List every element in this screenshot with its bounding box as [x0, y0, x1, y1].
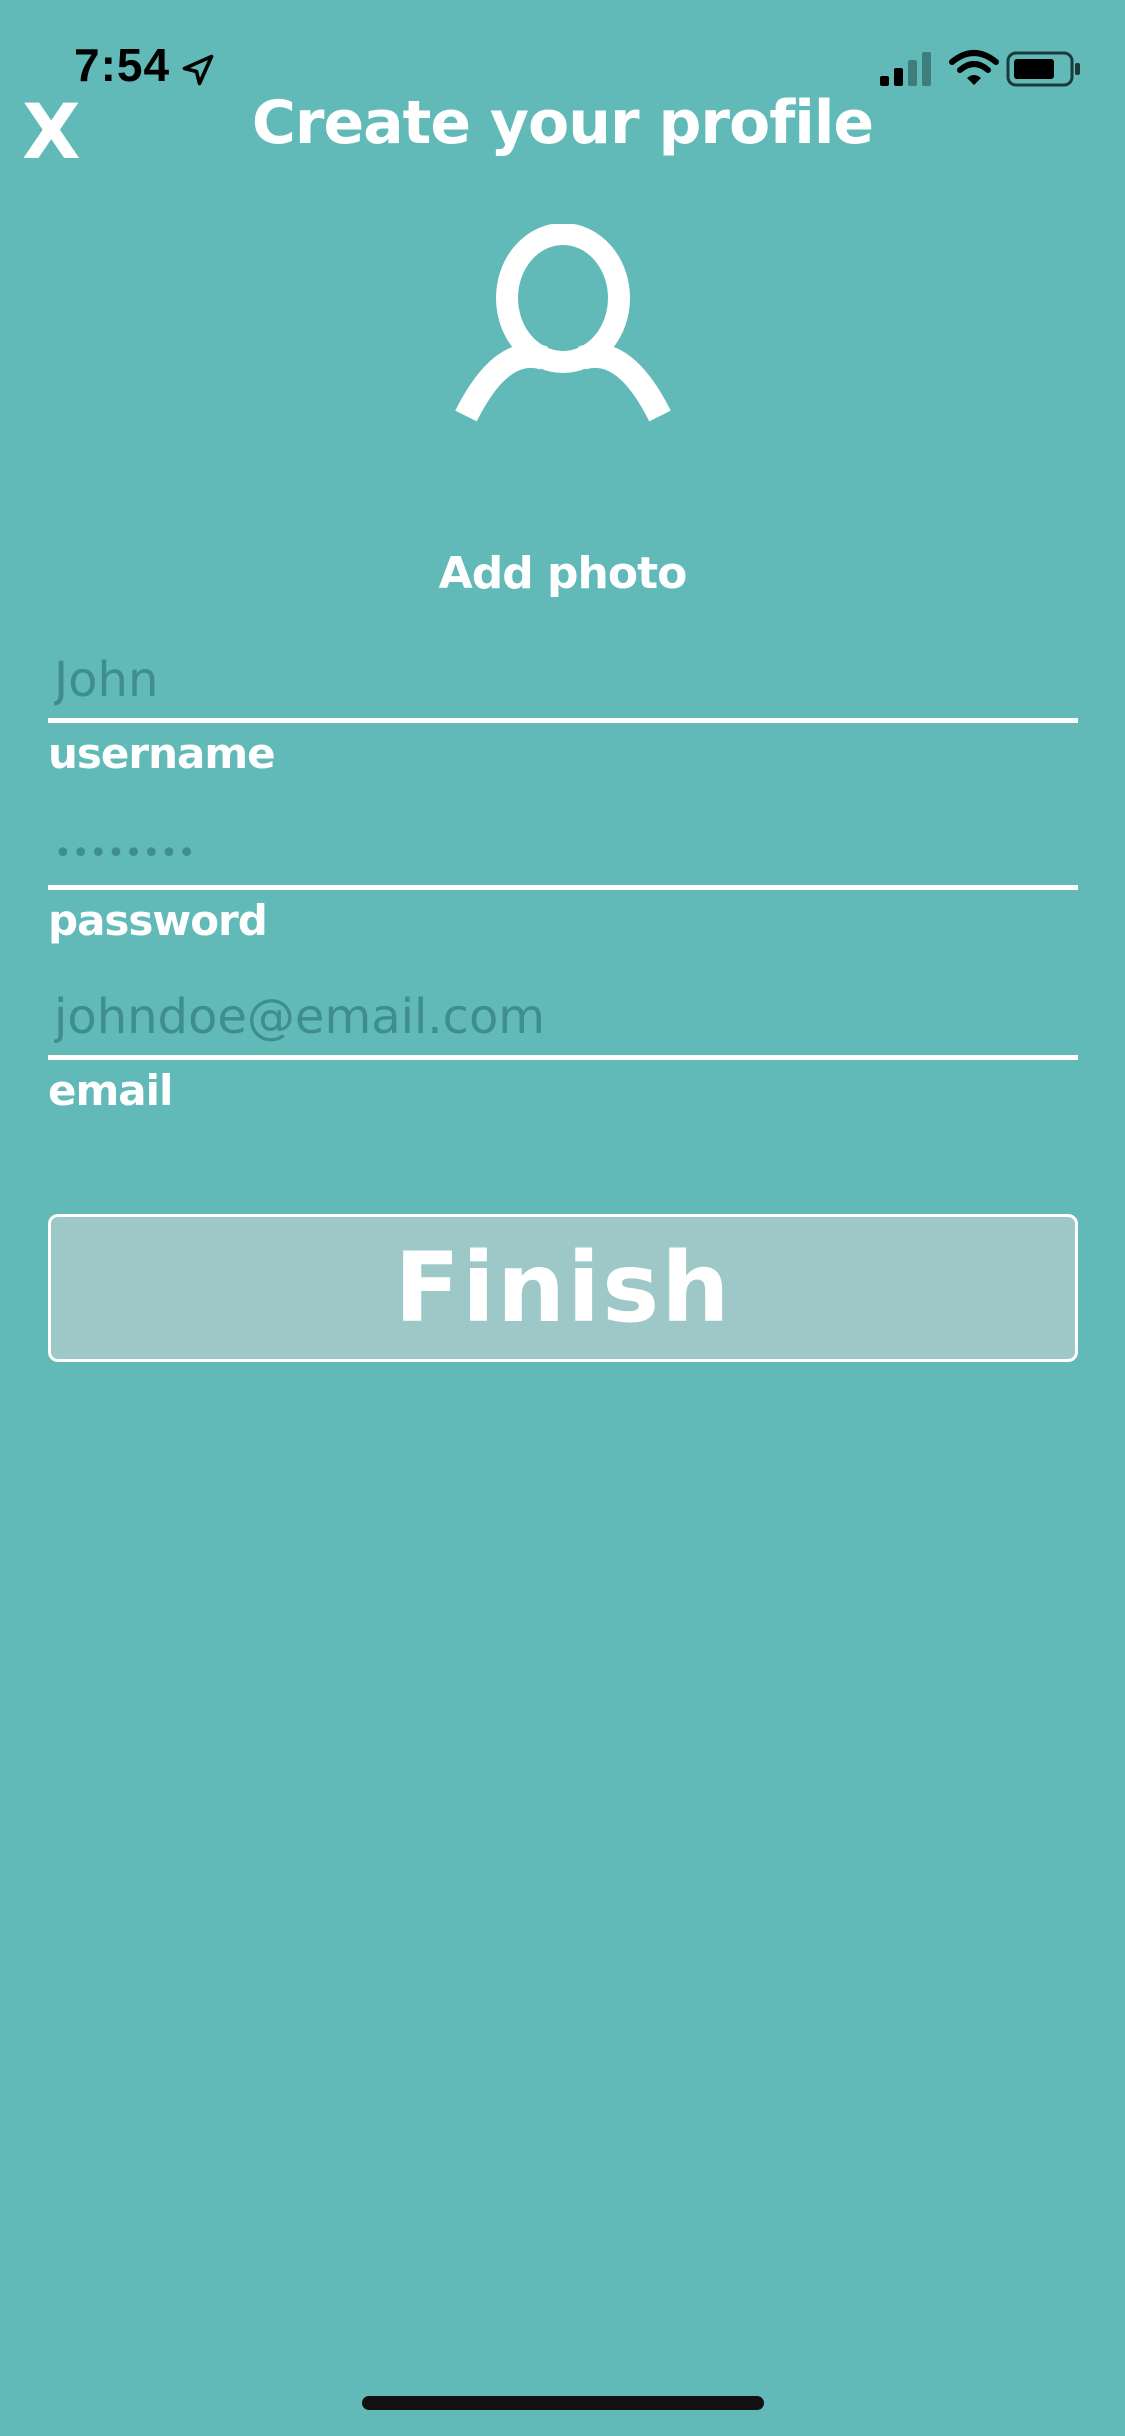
location-arrow-icon [182, 54, 214, 86]
email-input[interactable] [48, 985, 1078, 1055]
email-underline [48, 1055, 1078, 1060]
username-underline [48, 718, 1078, 723]
password-field-group: password [48, 815, 1078, 945]
wifi-icon [949, 50, 999, 85]
user-silhouette-icon[interactable] [452, 224, 676, 430]
email-field-group: email [48, 985, 1078, 1115]
add-photo-link[interactable]: Add photo [0, 548, 1125, 599]
username-label: username [48, 729, 276, 778]
home-indicator[interactable] [362, 2396, 764, 2410]
password-input[interactable] [48, 815, 1078, 885]
battery-icon [1006, 51, 1080, 87]
email-label: email [48, 1066, 173, 1115]
username-field-group: username [48, 648, 1078, 778]
finish-button[interactable]: Finish [48, 1214, 1078, 1362]
page-title: Create your profile [251, 88, 874, 158]
password-label: password [48, 896, 268, 945]
username-input[interactable] [48, 648, 1078, 718]
password-underline [48, 885, 1078, 890]
status-time: 7:54 [74, 39, 171, 91]
cellular-signal-icon [880, 52, 931, 86]
